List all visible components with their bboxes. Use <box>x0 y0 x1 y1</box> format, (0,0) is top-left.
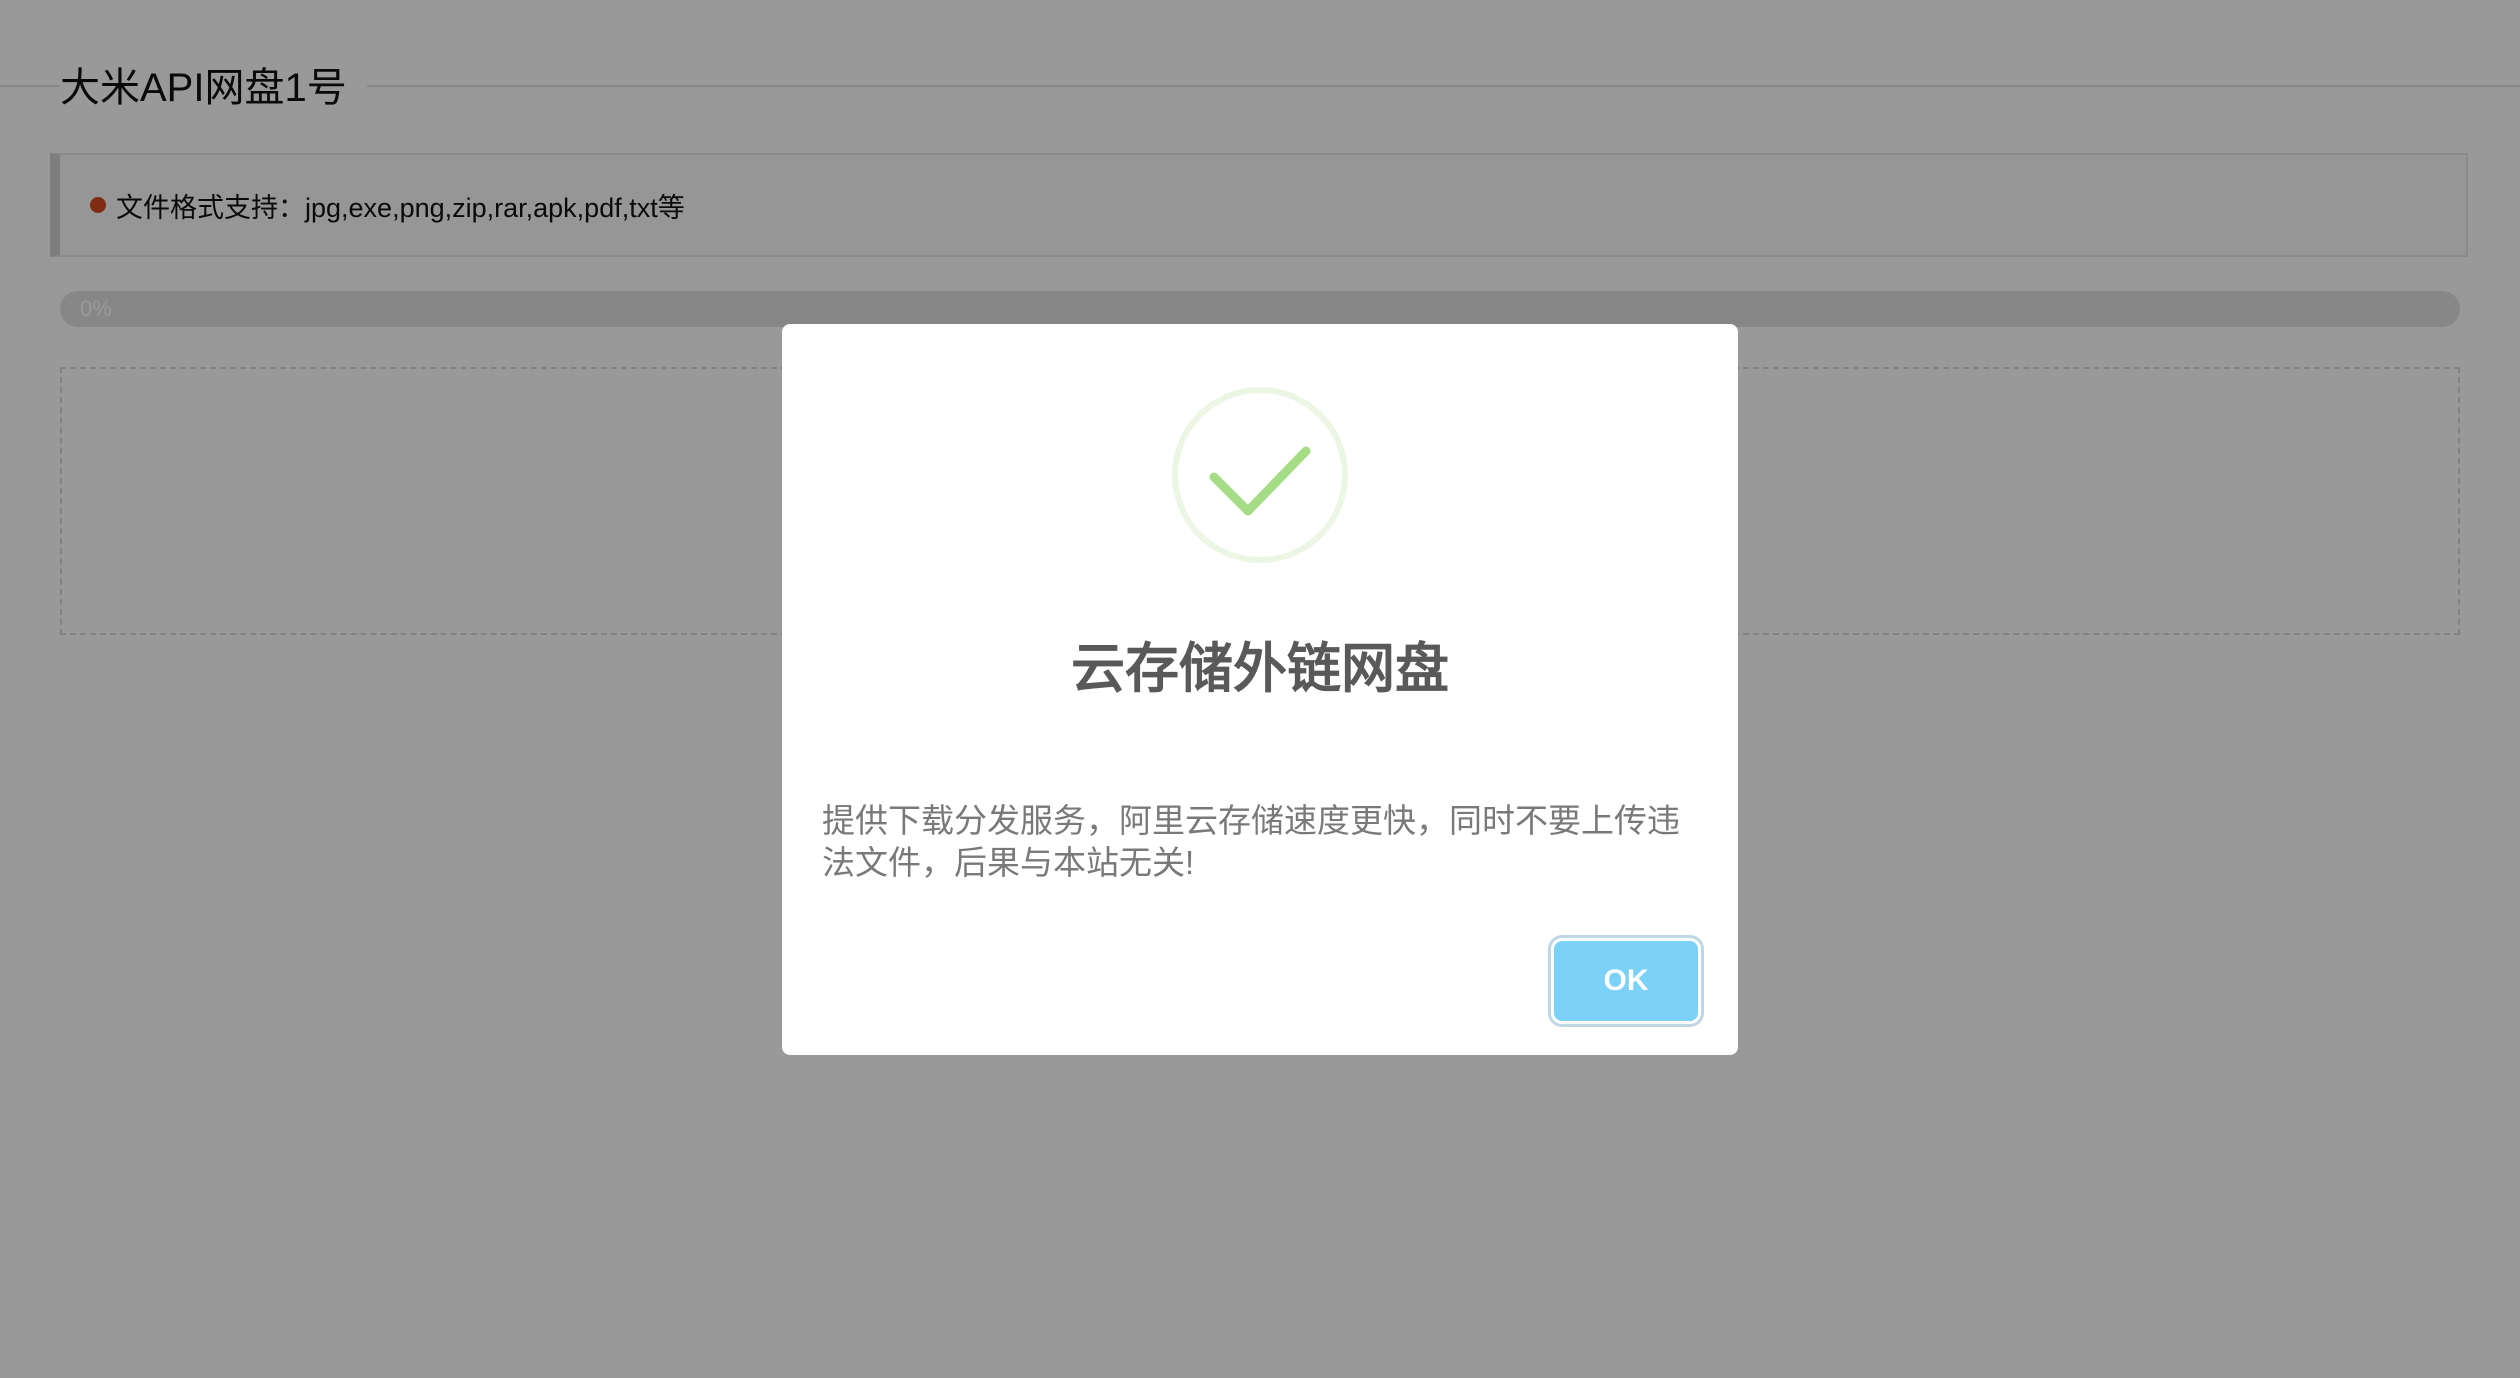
ok-button[interactable]: OK <box>1554 941 1698 1021</box>
success-check-icon <box>1172 387 1348 563</box>
dialog-message: 提供下载分发服务，阿里云存储速度更快，同时不要上传违法文件，后果与本站无关! <box>822 802 1680 881</box>
dialog-title: 云存储外链网盘 <box>1071 639 1449 699</box>
success-dialog: 云存储外链网盘 提供下载分发服务，阿里云存储速度更快，同时不要上传违法文件，后果… <box>782 324 1738 1055</box>
